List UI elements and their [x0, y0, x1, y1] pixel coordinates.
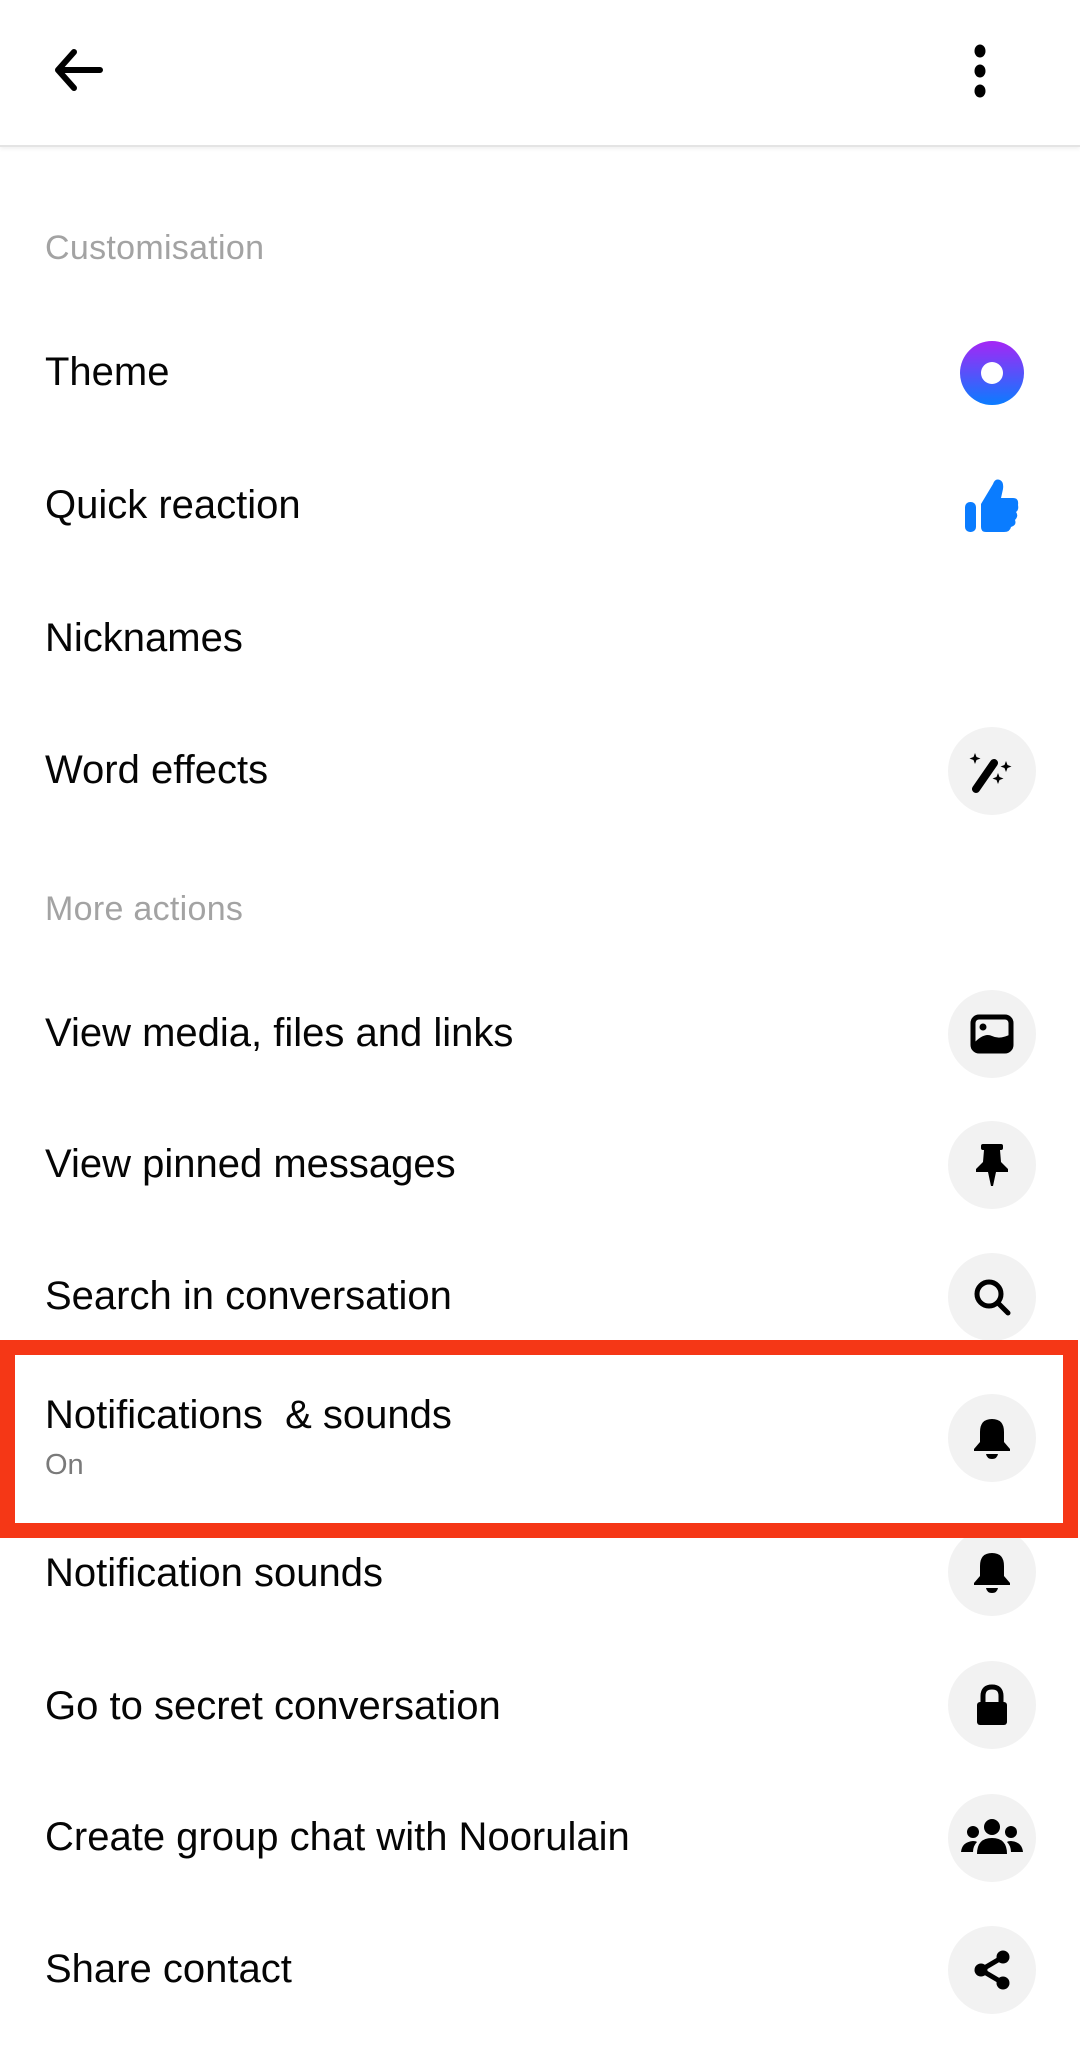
thumbs-up-icon — [965, 479, 1019, 532]
row-word-effects[interactable]: Word effects — [0, 711, 1080, 831]
row-label: Notification sounds — [45, 1551, 383, 1595]
share-icon — [974, 1950, 1010, 1990]
word-effects-icon-wrap — [948, 727, 1036, 815]
row-notifications-and-sounds[interactable]: Notifications & sounds On — [0, 1376, 1080, 1516]
section-header-more-actions: More actions — [45, 890, 244, 928]
secret-conversation-icon-wrap — [948, 1661, 1036, 1749]
row-share-contact[interactable]: Share contact — [0, 1910, 1080, 2030]
row-label: Quick reaction — [45, 483, 301, 527]
notification-sounds-icon-wrap — [948, 1528, 1036, 1616]
row-nicknames[interactable]: Nicknames — [0, 579, 1080, 699]
lock-icon — [977, 1684, 1007, 1725]
magic-wand-icon — [969, 753, 1012, 793]
bell-icon — [974, 1419, 1010, 1459]
view-pinned-icon-wrap — [948, 1121, 1036, 1209]
row-label: Notifications & sounds — [45, 1393, 452, 1437]
view-media-icon-wrap — [948, 990, 1036, 1078]
section-header-customisation: Customisation — [45, 229, 265, 267]
arrow-left-icon — [55, 49, 103, 91]
row-secret-conversation[interactable]: Go to secret conversation — [0, 1647, 1080, 1767]
back-button[interactable] — [40, 38, 116, 102]
row-label: View pinned messages — [45, 1142, 456, 1186]
row-notification-sounds[interactable]: Notification sounds — [0, 1514, 1080, 1634]
create-group-icon-wrap — [948, 1794, 1036, 1882]
group-icon — [961, 1819, 1023, 1854]
row-label: Nicknames — [45, 616, 243, 660]
row-label: Theme — [45, 350, 170, 394]
notifications-status: On — [45, 1449, 84, 1481]
theme-circle-icon — [960, 341, 1024, 405]
notifications-icon-wrap — [948, 1394, 1036, 1482]
search-icon — [974, 1279, 1011, 1316]
row-label: Create group chat with Noorulain — [45, 1815, 630, 1859]
top-app-bar — [0, 0, 1080, 147]
pin-icon — [976, 1144, 1008, 1186]
row-label: Word effects — [45, 748, 269, 792]
row-create-group-chat[interactable]: Create group chat with Noorulain — [0, 1778, 1080, 1898]
row-label: Search in conversation — [45, 1274, 452, 1318]
row-theme[interactable]: Theme — [0, 313, 1080, 433]
row-label: View media, files and links — [45, 1011, 514, 1055]
share-contact-icon-wrap — [948, 1926, 1036, 2014]
row-label: Share contact — [45, 1947, 292, 1991]
theme-icon-wrap — [948, 329, 1036, 417]
row-label: Go to secret conversation — [45, 1684, 501, 1728]
row-view-media[interactable]: View media, files and links — [0, 974, 1080, 1094]
bell-icon — [974, 1553, 1010, 1593]
row-quick-reaction[interactable]: Quick reaction — [0, 446, 1080, 566]
quick-reaction-icon-wrap — [948, 462, 1036, 550]
search-icon-wrap — [948, 1253, 1036, 1341]
more-options-button[interactable] — [950, 36, 1010, 106]
more-vertical-icon — [974, 44, 986, 98]
row-search-conversation[interactable]: Search in conversation — [0, 1237, 1080, 1357]
row-view-pinned[interactable]: View pinned messages — [0, 1105, 1080, 1225]
image-icon — [970, 1014, 1014, 1054]
